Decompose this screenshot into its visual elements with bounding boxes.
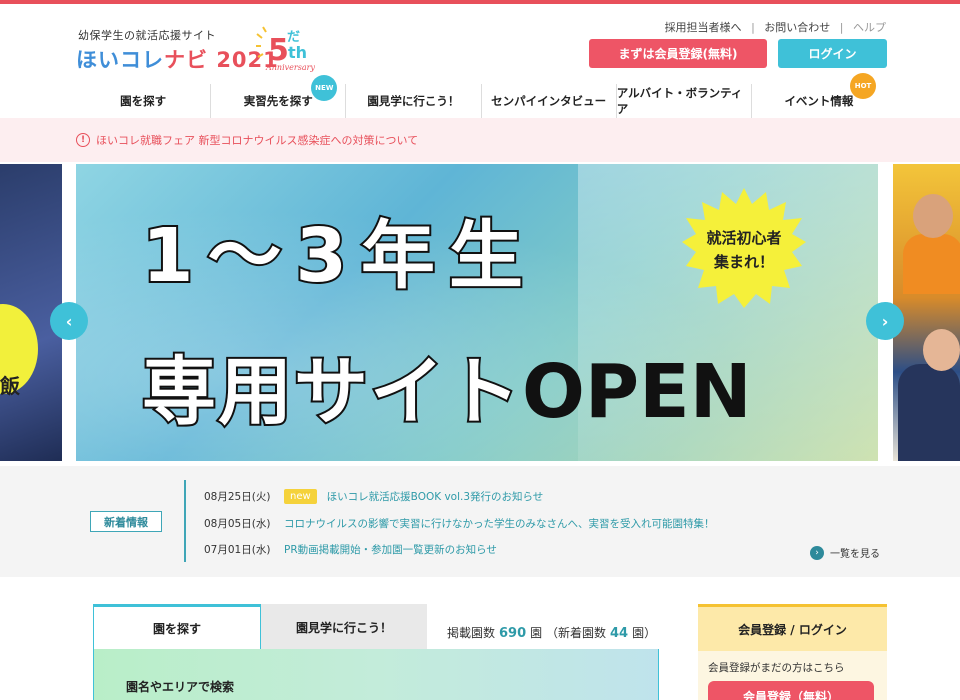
news-item[interactable]: 07月01日(水) PR動画掲載開始・参加園一覧更新のお知らせ (204, 542, 497, 557)
alert-icon: ! (76, 133, 90, 147)
new-count-unit: 園） (632, 626, 657, 640)
notice-link[interactable]: ほいコレ就職フェア 新型コロナウイルス感染症への対策について (96, 132, 418, 148)
news-date: 08月25日(火) (204, 491, 271, 503)
nav-item-find-nursery[interactable]: 園を探す (76, 84, 212, 118)
carousel-next-slide-peek[interactable] (893, 164, 960, 461)
news-title[interactable]: ほいコレ就活応援BOOK vol.3発行のお知らせ (327, 489, 544, 504)
hero-headline-line2: 専用サイトOPEN (140, 332, 752, 439)
person-head-shape (923, 329, 960, 371)
hot-badge: HOT (850, 73, 877, 99)
nav-item-label: アルバイト・ボランティア (616, 86, 743, 116)
listing-counts: 掲載園数 690 園 （新着園数 44 園） (447, 624, 656, 641)
new-badge: new (284, 489, 317, 504)
logo-text-navi: ナビ (164, 48, 208, 72)
site-header: 幼保学生の就活応援サイト ほいコレナビ 2021 5 だ th Annivers… (0, 4, 960, 84)
side-register-button[interactable]: 会員登録（無料） (708, 681, 874, 700)
nav-item-visit-nursery[interactable]: 園見学に行こう！ (346, 84, 482, 118)
new-count-label: （新着園数 (546, 626, 607, 640)
chevron-right-icon: › (810, 545, 824, 560)
notice-banner: ! ほいコレ就職フェア 新型コロナウイルス感染症への対策について (0, 118, 960, 162)
hero-headline-open: OPEN (522, 349, 752, 435)
tab-find-nursery[interactable]: 園を探す (93, 604, 261, 650)
contact-link[interactable]: お問い合わせ (764, 21, 830, 34)
nav-item-parttime-volunteer[interactable]: アルバイト・ボランティア (617, 84, 752, 118)
anniversary-suffix: th (288, 43, 307, 62)
news-more-label: 一覧を見る (830, 549, 880, 560)
nav-item-label: 園見学に行こう！ (367, 94, 460, 108)
help-link[interactable]: ヘルプ (853, 21, 886, 34)
person-suit-shape (898, 364, 960, 461)
news-title[interactable]: コロナウイルスの影響で実習に行けなかった学生のみなさんへ、実習を受入れ可能園特集… (284, 516, 715, 531)
anniversary-5th-emblem: 5 だ th Anniversary (256, 26, 315, 72)
news-section: 新着情報 08月25日(火) new ほいコレ就活応援BOOK vol.3発行の… (0, 466, 960, 577)
person-shirt-shape (903, 234, 960, 294)
recruiter-link[interactable]: 採用担当者様へ (665, 21, 742, 34)
hero-carousel: 飯 1〜3年生 専用サイトOPEN 就活初心者 集まれ！ (0, 164, 960, 461)
header-utility-links: 採用担当者様へ | お問い合わせ | ヘルプ (659, 19, 886, 35)
news-item[interactable]: 08月25日(火) new ほいコレ就活応援BOOK vol.3発行のお知らせ (204, 489, 543, 504)
side-panel-title: 会員登録 / ログイン (698, 607, 887, 651)
prev-slide-char: 飯 (0, 374, 20, 398)
count-unit: 園 (530, 626, 543, 640)
carousel-prev-button[interactable]: ‹ (50, 302, 88, 340)
anniversary-word: Anniversary (265, 63, 315, 72)
news-title[interactable]: PR動画掲載開始・参加園一覧更新のお知らせ (284, 542, 497, 557)
tab-visit-nursery[interactable]: 園見学に行こう！ (261, 604, 427, 650)
nav-item-label: 実習先を探す (243, 94, 313, 108)
news-item[interactable]: 08月05日(水) コロナウイルスの影響で実習に行けなかった学生のみなさんへ、実… (204, 516, 715, 531)
nav-item-find-internship[interactable]: 実習先を探す NEW (211, 75, 347, 118)
search-tabs: 園を探す 園見学に行こう！ (93, 604, 427, 650)
login-button[interactable]: ログイン (778, 39, 887, 68)
site-logo[interactable]: ほいコレナビ 2021 (76, 44, 279, 74)
nav-item-label: センパイインタビュー (491, 94, 607, 108)
search-panel-title: 園名やエリアで検索 (126, 680, 235, 694)
link-separator: | (839, 21, 844, 34)
side-panel-note: 会員登録がまだの方はこちら (708, 662, 845, 674)
logo-text-hoicolle: ほいコレ (76, 48, 164, 72)
new-count-value: 44 (610, 626, 629, 641)
hero-headline-site: 専用サイト (140, 347, 522, 437)
nav-item-senior-interview[interactable]: センパイインタビュー (482, 84, 617, 118)
link-separator: | (751, 21, 755, 34)
hero-headline-line1: 1〜3年生 (140, 211, 537, 301)
count-label: 掲載園数 (447, 626, 496, 640)
starburst-text: 就活初心者 集まれ！ (682, 226, 806, 274)
news-more-link[interactable]: › 一覧を見る (810, 545, 880, 560)
news-label: 新着情報 (90, 511, 162, 532)
news-date: 07月01日(水) (204, 544, 271, 556)
news-divider (184, 480, 186, 562)
burst-line1: 就活初心者 (706, 229, 782, 247)
site-tagline: 幼保学生の就活応援サイト (78, 29, 216, 42)
new-badge: NEW (311, 75, 338, 101)
person-head-shape (913, 194, 953, 238)
member-side-panel: 会員登録 / ログイン 会員登録がまだの方はこちら 会員登録（無料） (698, 604, 887, 700)
nav-item-events[interactable]: イベント情報 HOT (752, 73, 886, 118)
search-panel: 園名やエリアで検索 (93, 649, 659, 700)
news-date: 08月05日(水) (204, 518, 271, 530)
carousel-next-button[interactable]: › (866, 302, 904, 340)
hero-slide-main[interactable]: 1〜3年生 専用サイトOPEN 就活初心者 集まれ！ (76, 164, 878, 461)
register-button[interactable]: まずは会員登録(無料) (589, 39, 767, 68)
count-value: 690 (499, 626, 527, 641)
nav-item-label: イベント情報 (784, 94, 854, 108)
nav-item-label: 園を探す (120, 94, 167, 108)
global-nav: 園を探す 実習先を探す NEW 園見学に行こう！ センパイインタビュー アルバイト… (76, 73, 886, 118)
burst-line2: 集まれ！ (713, 253, 774, 271)
